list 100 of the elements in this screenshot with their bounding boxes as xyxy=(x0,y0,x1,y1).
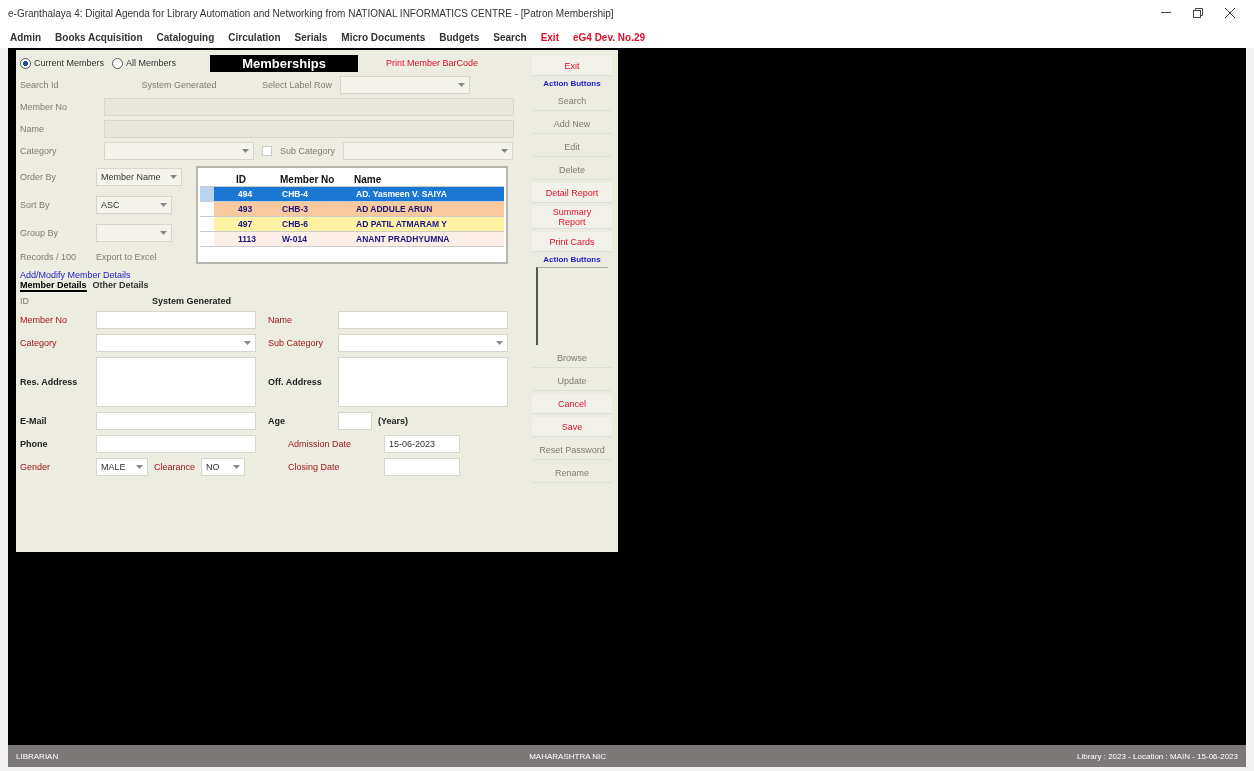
unit-label: (Years) xyxy=(378,416,409,426)
status-user: LIBRARIAN xyxy=(15,751,60,761)
dropdown-arrow-icon[interactable] xyxy=(244,341,251,345)
menu-item[interactable]: Admin xyxy=(10,31,42,43)
tab[interactable]: Member Details xyxy=(20,280,87,292)
field-label: E-Mail xyxy=(20,416,48,426)
field-label: Off. Address xyxy=(268,377,323,387)
dropdown-arrow-icon[interactable] xyxy=(136,465,143,469)
field-label: Category xyxy=(20,146,58,156)
column-header: ID xyxy=(236,173,247,185)
date-field[interactable]: 15-06-2023 xyxy=(384,435,460,453)
tab[interactable]: Other Details xyxy=(92,280,149,292)
field-label: Records / 100 xyxy=(20,252,78,262)
table-cell: CHB-3 xyxy=(280,202,354,216)
menu-item[interactable]: Cataloguing xyxy=(156,31,215,43)
date-field[interactable] xyxy=(384,458,460,476)
group-heading: Action Buttons xyxy=(543,255,601,264)
table-cell: CHB-4 xyxy=(280,187,354,201)
field-label: Age xyxy=(268,416,286,426)
menu-item[interactable]: Budgets xyxy=(439,31,480,43)
field-label: Phone xyxy=(20,439,49,449)
input-field[interactable] xyxy=(96,311,256,329)
checkbox[interactable] xyxy=(262,146,272,156)
field-label: Select Label Row xyxy=(262,80,333,90)
action-button[interactable]: Exit xyxy=(532,56,612,76)
action-button[interactable]: Summary Report xyxy=(532,206,612,229)
table-cell: ANANT PRADHYUMNA xyxy=(354,232,504,246)
table-row[interactable]: 497 CHB-6 AD PATIL ATMARAM Y xyxy=(200,217,504,232)
export-button[interactable]: Export to Excel xyxy=(96,252,182,262)
table-cell: 493 xyxy=(236,202,280,216)
action-button[interactable]: Cancel xyxy=(532,394,612,414)
field-label: Member No xyxy=(20,102,68,112)
column-header: Member No xyxy=(280,173,336,185)
dropdown-arrow-icon[interactable] xyxy=(501,149,509,153)
field-label: Clearance xyxy=(154,462,196,472)
action-button[interactable]: Save xyxy=(532,417,612,437)
menu-item[interactable]: Books Acquisition xyxy=(55,31,143,43)
field-value: System Generated xyxy=(140,80,218,90)
field-label: Name xyxy=(268,315,293,325)
field-label: Admission Date xyxy=(288,439,353,449)
radio-option[interactable]: Current Members xyxy=(20,57,105,69)
dropdown-arrow-icon[interactable] xyxy=(242,149,249,153)
table-cell: W-014 xyxy=(280,232,354,246)
status-text: MAHARASHTRA NIC xyxy=(528,751,608,761)
radio-option[interactable]: All Members xyxy=(112,57,177,69)
select-field[interactable]: ASC xyxy=(96,196,172,214)
minimize-icon xyxy=(1161,12,1171,14)
dropdown-arrow-icon[interactable] xyxy=(233,465,241,469)
print-barcode-link[interactable]: Print Member BarCode xyxy=(386,58,479,68)
action-button[interactable]: Detail Report xyxy=(532,183,612,203)
text-area[interactable] xyxy=(338,357,508,407)
table-cell: AD ADDULE ARUN xyxy=(354,202,504,216)
section-heading: Memberships xyxy=(210,54,359,72)
menu-item[interactable]: Micro Documents xyxy=(341,31,426,43)
table-row[interactable]: 1113 W-014 ANANT PRADHYUMNA xyxy=(200,232,504,247)
menu-item[interactable]: Search xyxy=(493,31,527,43)
field-label: Sub Category xyxy=(268,338,325,348)
menu-item[interactable]: Serials xyxy=(294,31,328,43)
menu-item[interactable]: Circulation xyxy=(228,31,281,43)
select-field[interactable] xyxy=(343,142,514,160)
field-label: Name xyxy=(20,124,45,134)
window-title: e-Granthalaya 4: Digital Agenda for Library Automation and Networking from NATIONAL INFORMATICS CENTRE - [Patron Membership] xyxy=(8,7,615,19)
dropdown-arrow-icon[interactable] xyxy=(496,341,503,345)
field-label: Search Id xyxy=(20,80,60,90)
select-field[interactable] xyxy=(96,334,256,352)
select-field[interactable] xyxy=(338,334,508,352)
input-field[interactable] xyxy=(96,435,256,453)
field-label: Group By xyxy=(20,228,60,238)
column-header: Name xyxy=(354,173,383,185)
table-cell: AD PATIL ATMARAM Y xyxy=(354,217,504,231)
text-area[interactable] xyxy=(96,357,256,407)
table-cell: 494 xyxy=(236,187,280,201)
restore-icon xyxy=(1193,8,1203,18)
close-icon xyxy=(1225,8,1235,18)
table-row[interactable]: 494 CHB-4 AD. Yasmeen V. SAIYA xyxy=(200,187,504,202)
select-field[interactable]: NO xyxy=(201,458,246,476)
dropdown-arrow-icon[interactable] xyxy=(170,175,177,179)
input-field[interactable] xyxy=(338,412,372,430)
field-label: Res. Address xyxy=(20,377,79,387)
field-label: Closing Date xyxy=(288,462,341,472)
field-label: Sort By xyxy=(20,200,51,210)
dropdown-arrow-icon[interactable] xyxy=(458,83,466,87)
section-title: Add/Modify Member Details xyxy=(20,270,132,280)
select-field[interactable]: MALE xyxy=(96,458,148,476)
table-cell: 497 xyxy=(236,217,280,231)
action-button[interactable]: Print Cards xyxy=(532,232,612,252)
dropdown-arrow-icon[interactable] xyxy=(160,231,167,235)
select-field[interactable] xyxy=(104,142,254,160)
input-field[interactable] xyxy=(338,311,508,329)
select-field[interactable] xyxy=(96,224,172,242)
dropdown-arrow-icon[interactable] xyxy=(160,203,167,207)
menu-item[interactable]: Exit xyxy=(540,31,559,43)
table-row[interactable]: 493 CHB-3 AD ADDULE ARUN xyxy=(200,202,504,217)
menu-item[interactable]: eG4 Dev. No.29 xyxy=(572,31,646,43)
select-field[interactable]: Member Name xyxy=(96,168,182,186)
input-field[interactable] xyxy=(96,412,256,430)
checkbox-label: Sub Category xyxy=(280,146,336,156)
select-field[interactable] xyxy=(340,76,471,94)
field-label: Member No xyxy=(20,315,68,325)
field-label: Gender xyxy=(20,462,52,472)
